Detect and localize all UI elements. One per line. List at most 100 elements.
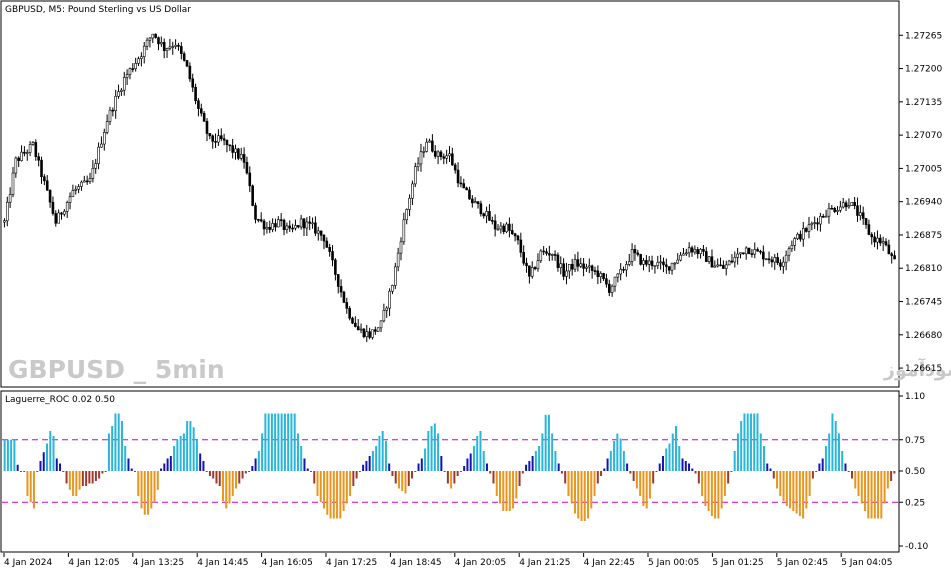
indicator-panel[interactable]: Laguerre_ROC 0.02 0.50 [0, 390, 900, 553]
indicator-bar [776, 471, 779, 489]
candle-body [182, 53, 186, 61]
indicator-bar [557, 463, 560, 471]
price-tick-label: 1.26875 [905, 231, 942, 241]
time-tick-label: 5 Jan 00:05 [648, 558, 699, 568]
indicator-bar [609, 451, 612, 471]
indicator-bar [143, 471, 146, 515]
candle-body [425, 141, 428, 152]
indicator-bar [440, 456, 443, 471]
indicator-bar [538, 446, 541, 471]
candle-body [570, 264, 574, 270]
indicator-bar [769, 468, 772, 471]
candle-body [562, 263, 565, 277]
candle-body [268, 226, 272, 230]
indicator-bar [332, 471, 335, 519]
candle-body [277, 219, 280, 228]
candle-body [111, 109, 115, 112]
candle-body [779, 262, 782, 267]
time-axis[interactable]: 4 Jan 2024 4 Jan 12:05 4 Jan 13:25 4 Jan 14… [3, 553, 892, 568]
indicator-bar [225, 471, 228, 509]
candle-body [861, 212, 865, 219]
indicator-axis[interactable]: 1.10 0.75 0.50 0.25 -0.10 [899, 392, 929, 552]
candle-body [257, 219, 260, 221]
candle-body [25, 152, 29, 154]
candle-body [291, 227, 294, 230]
price-panel[interactable]: GBPUSD _ 5min انتشار در سایت سودآموز GBP… [0, 0, 951, 388]
candle-body [813, 222, 816, 224]
indicator-bar [362, 464, 365, 471]
indicator-bar [248, 471, 251, 472]
candle-body [496, 228, 500, 231]
candle-body [274, 223, 277, 228]
indicator-bar [717, 471, 720, 519]
watermark-symbol: GBPUSD _ 5min [8, 355, 225, 384]
candle-body [348, 308, 351, 319]
indicator-bar [261, 433, 264, 471]
indicator-bar [23, 471, 26, 472]
indicator-bar [456, 471, 459, 476]
indicator-bar [42, 452, 45, 471]
indicator-bar [828, 433, 831, 471]
time-tick-label: 4 Jan 17:25 [326, 558, 377, 568]
indicator-bar [502, 471, 505, 511]
candle-body [219, 135, 223, 139]
candle-body [379, 320, 383, 329]
indicator-bar [319, 471, 322, 503]
candle-body [793, 238, 797, 246]
candle-body [71, 190, 75, 198]
indicator-bar [153, 471, 156, 503]
candle-body [431, 140, 434, 152]
candle-body [134, 63, 137, 69]
candle-body [328, 247, 331, 252]
indicator-bar [29, 471, 32, 503]
indicator-bar [635, 471, 638, 489]
indicator-bar [368, 456, 371, 471]
candle-body [376, 327, 380, 332]
indicator-bar [424, 448, 427, 471]
indicator-bar [404, 471, 407, 494]
indicator-bar [476, 436, 479, 471]
candle-body [804, 228, 808, 232]
candle-body [77, 186, 80, 190]
indicator-bar [137, 471, 140, 496]
indicator-bar [723, 471, 726, 496]
indicator-bar [274, 413, 277, 471]
indicator-bar [336, 471, 339, 519]
indicator-bar [407, 471, 410, 486]
indicator-bar [433, 423, 436, 471]
indicator-bar [857, 471, 860, 496]
indicator-bar [756, 413, 759, 471]
indicator-bar [528, 461, 531, 471]
candle-body [185, 60, 189, 67]
candle-body [251, 185, 254, 206]
candle-body [83, 180, 86, 183]
candle-body [796, 233, 799, 239]
price-axis[interactable]: 1.27265 1.27200 1.27135 1.27070 1.27005 1.269… [899, 31, 942, 374]
indicator-bar [114, 413, 117, 471]
indicator-bar [45, 443, 48, 471]
candle-body [799, 233, 802, 240]
candle-body [60, 212, 63, 215]
candle-body [325, 240, 329, 248]
chart-window[interactable]: GBPUSD _ 5min انتشار در سایت سودآموز GBP… [0, 0, 951, 572]
candle-body [881, 241, 885, 244]
candle-body [513, 233, 517, 237]
indicator-bar [355, 471, 358, 479]
indicator-bar [303, 458, 306, 471]
indicator-bar [489, 471, 492, 474]
indicator-bar [681, 458, 684, 471]
candle-body [365, 331, 369, 338]
candle-body [596, 270, 600, 278]
candle-body [565, 270, 568, 277]
indicator-bar [205, 471, 208, 472]
indicator-bar [616, 433, 619, 471]
candle-body [345, 302, 349, 309]
candle-body [208, 133, 212, 137]
indicator-bar [525, 464, 528, 471]
candle-body [68, 196, 72, 203]
indicator-bar [13, 439, 16, 471]
indicator-bar [130, 468, 133, 471]
candle-body [188, 65, 192, 80]
indicator-bar [821, 458, 824, 471]
candle-body [759, 250, 762, 253]
